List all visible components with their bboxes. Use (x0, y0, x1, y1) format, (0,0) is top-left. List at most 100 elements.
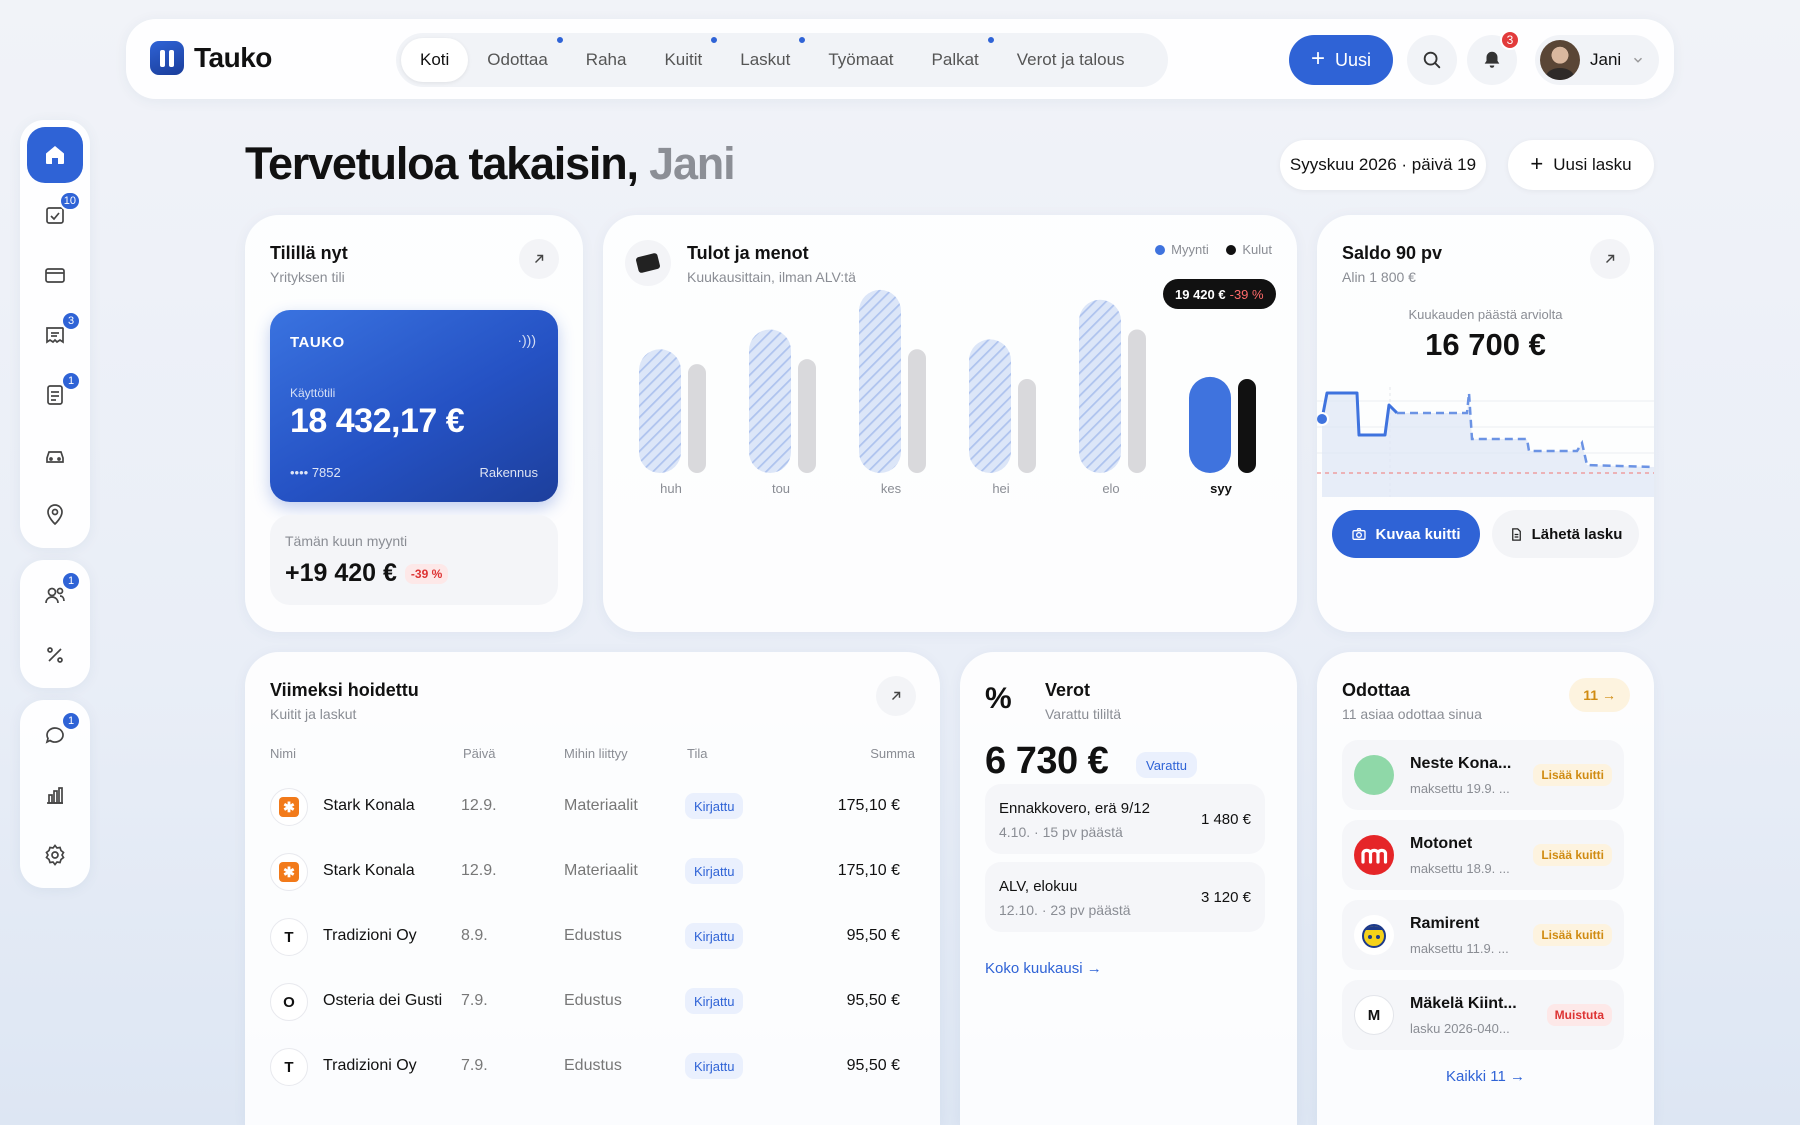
nav-tab-3[interactable]: Kuitit (645, 35, 721, 82)
bar-costs-huh[interactable] (688, 364, 706, 473)
table-row[interactable]: T Tradizioni Oy 7.9. Edustus Kirjattu 95,50 € (245, 1034, 925, 1099)
table-row[interactable]: ✱ Stark Konala 12.9. Materiaalit Kirjattu 175… (245, 839, 925, 904)
arrow-up-right-icon (1605, 254, 1615, 264)
sidebar-item-home[interactable] (27, 127, 83, 183)
sidebar-item-vehicles[interactable] (27, 427, 83, 483)
new-button[interactable]: + Uusi (1289, 35, 1393, 85)
notification-count-badge: 3 (1500, 30, 1520, 50)
bar-costs-kes[interactable] (908, 349, 926, 473)
car-icon (46, 451, 64, 463)
nav-tab-6[interactable]: Palkat (913, 35, 998, 82)
sidebar-item-settings[interactable] (27, 827, 83, 883)
tax-item-name: Ennakkovero, erä 9/12 (999, 800, 1150, 817)
scan-receipt-label: Kuvaa kuitti (1375, 525, 1461, 543)
pending-item[interactable]: Neste Kona... maksettu 19.9. ... Lisää kui… (1342, 740, 1624, 810)
x-tick-label: kes (881, 481, 902, 496)
bar-costs-hei[interactable] (1018, 378, 1036, 473)
nav-tab-label: Palkat (931, 50, 979, 69)
greeting-name: Jani (649, 138, 735, 189)
column-header-sum[interactable]: Summa (870, 746, 915, 761)
table-row[interactable]: ✱ Stark Konala 12.9. Materiaalit Kirjattu 175… (245, 774, 925, 839)
nav-tab-7[interactable]: Verot ja talous (998, 38, 1144, 82)
sidebar-group-main: 10 3 1 (20, 120, 90, 548)
balance-open-button[interactable] (1590, 239, 1630, 279)
balance-90-card: Saldo 90 pv Alin 1 800 € Kuukauden pääst… (1317, 215, 1654, 632)
pending-action-badge[interactable]: Lisää kuitti (1533, 844, 1612, 866)
pending-action-badge[interactable]: Muistuta (1546, 1004, 1612, 1026)
nav-tab-indicator-dot (554, 35, 565, 45)
row-sum: 175,10 € (837, 797, 900, 814)
pending-item-detail: maksettu 11.9. ... (1410, 941, 1509, 956)
user-menu[interactable]: Jani (1535, 35, 1659, 85)
table-row[interactable]: T Tradizioni Oy 8.9. Edustus Kirjattu 95,50 € (245, 904, 925, 969)
sidebar-item-locations[interactable] (27, 487, 83, 543)
nav-tab-1[interactable]: Odottaa (468, 35, 567, 82)
sidebar-item-reports[interactable] (27, 767, 83, 823)
sidebar-item-taxes[interactable] (27, 627, 83, 683)
bank-card[interactable]: TAUKO ·))) Käyttötili 18 432,17 € •••• 7… (270, 310, 558, 502)
row-status-badge: Kirjattu (685, 858, 744, 884)
search-button[interactable] (1407, 35, 1457, 85)
column-header-name[interactable]: Nimi (270, 746, 296, 761)
nav-tab-4[interactable]: Laskut (721, 35, 809, 82)
scan-receipt-button[interactable]: Kuvaa kuitti (1332, 510, 1480, 558)
column-header-category[interactable]: Mihin liittyy (564, 746, 628, 761)
income-subtitle: Kuukausittain, ilman ALV:tä (687, 269, 856, 285)
taxes-status-badge: Varattu (1136, 752, 1197, 778)
recent-activity-card: Viimeksi hoidettu Kuitit ja laskut Nimi … (245, 652, 940, 1125)
bar-sales-kes[interactable] (859, 289, 901, 473)
pending-action-badge[interactable]: Lisää kuitti (1533, 764, 1612, 786)
legend-sales: Myynti (1171, 242, 1209, 257)
new-invoice-button[interactable]: + Uusi lasku (1508, 140, 1654, 190)
nav-tab-label: Koti (420, 50, 450, 69)
taxes-card: % Verot Varattu tililtä 6 730 € Varattu … (960, 652, 1297, 1125)
sidebar-item-wallet[interactable] (27, 247, 83, 303)
pending-item[interactable]: Ramirent maksettu 11.9. ... Lisää kuitti (1342, 900, 1624, 970)
bar-sales-syy[interactable] (1189, 376, 1231, 473)
bar-costs-tou[interactable] (798, 359, 816, 473)
bar-sales-huh[interactable] (639, 349, 681, 473)
pending-item-detail: lasku 2026-040... (1410, 1021, 1510, 1036)
new-invoice-label: Uusi lasku (1553, 155, 1632, 174)
bar-costs-syy[interactable] (1238, 378, 1256, 473)
notifications-button[interactable]: 3 (1467, 30, 1520, 85)
table-row[interactable]: O Osteria dei Gusti 7.9. Edustus Kirjattu 95,… (245, 969, 925, 1034)
row-status-badge: Kirjattu (685, 923, 744, 949)
column-header-date[interactable]: Päivä (463, 746, 496, 761)
tax-item[interactable]: ALV, elokuu 12.10. · 23 pv päästä 3 120 € (985, 862, 1265, 932)
card-account-name: Käyttötili (290, 386, 336, 400)
pending-item[interactable]: M Mäkelä Kiint... lasku 2026-040... Muistut… (1342, 980, 1624, 1050)
row-status-badge: Kirjattu (685, 988, 744, 1014)
sidebar-item-documents[interactable]: 1 (27, 367, 83, 423)
date-selector[interactable]: Syyskuu 2026 · päivä 19 (1280, 140, 1486, 190)
send-invoice-button[interactable]: Lähetä lasku (1492, 510, 1639, 558)
chart-tooltip: 19 420 € -39 % (1163, 279, 1276, 309)
pending-action-badge[interactable]: Lisää kuitti (1533, 924, 1612, 946)
recent-open-button[interactable] (876, 676, 916, 716)
row-category: Edustus (564, 1057, 622, 1074)
bar-costs-elo[interactable] (1128, 329, 1146, 473)
sidebar-item-invoices[interactable]: 3 (27, 307, 83, 363)
nav-tab-2[interactable]: Raha (567, 38, 646, 82)
date-label: Syyskuu 2026 · päivä 19 (1289, 155, 1477, 174)
bar-sales-elo[interactable] (1079, 299, 1121, 473)
sidebar-item-tasks[interactable]: 10 (27, 187, 83, 243)
row-name: Tradizioni Oy (323, 927, 417, 944)
account-open-button[interactable] (519, 239, 559, 279)
bar-sales-tou[interactable] (749, 329, 791, 473)
wallet-icon (45, 268, 65, 283)
sidebar-item-messages[interactable]: 1 (27, 707, 83, 763)
sales-label: Tämän kuun myynti (285, 533, 408, 549)
taxes-full-month-link[interactable]: Koko kuukausi → (985, 960, 1102, 977)
pending-item[interactable]: Motonet maksettu 18.9. ... Lisää kuitti (1342, 820, 1624, 890)
percent-icon (47, 647, 63, 663)
nav-tab-0[interactable]: Koti (401, 38, 469, 82)
pending-all-link[interactable]: Kaikki 11 → (1317, 1068, 1654, 1085)
nav-tab-5[interactable]: Työmaat (809, 38, 912, 82)
bar-sales-hei[interactable] (969, 339, 1011, 473)
pending-count-button[interactable]: 11 → (1569, 678, 1630, 712)
sidebar-item-people[interactable]: 1 (27, 567, 83, 623)
column-header-status[interactable]: Tila (687, 746, 707, 761)
tax-item[interactable]: Ennakkovero, erä 9/12 4.10. · 15 pv pääst… (985, 784, 1265, 854)
app-logo[interactable]: Tauko (150, 41, 272, 75)
